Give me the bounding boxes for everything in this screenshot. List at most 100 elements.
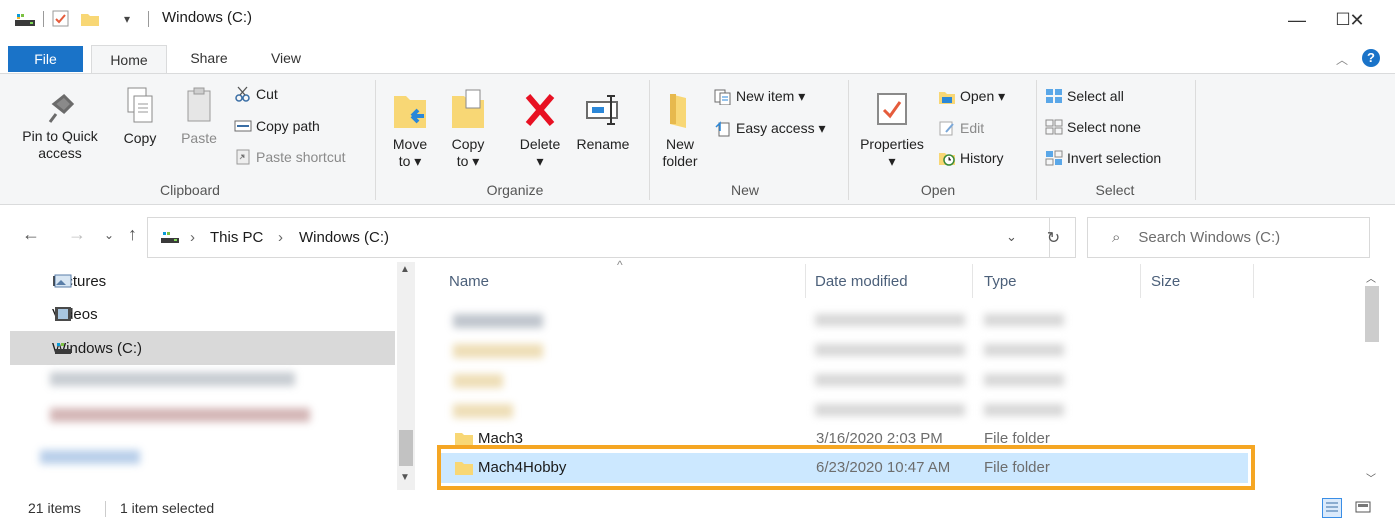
delete-x-icon [525,94,555,126]
history-button[interactable]: History [938,150,1004,166]
properties-checkmark-icon[interactable] [52,8,70,30]
blurred-row [453,344,543,358]
window-title: Windows (C:) [162,9,253,26]
delete-button[interactable]: Delete ▾ [512,88,568,170]
blurred-row [984,344,1064,356]
drive-icon [55,343,71,354]
copy-to-button[interactable]: Copy to ▾ [443,88,493,170]
blurred-row [815,344,965,356]
paste-shortcut-button[interactable]: Paste shortcut [234,149,346,165]
easy-access-button[interactable]: Easy access ▾ [714,120,826,137]
address-dropdown-icon[interactable]: ⌄ [1006,229,1017,245]
collapse-ribbon-icon[interactable]: ︿ [1336,51,1348,68]
pin-to-quick-access-button[interactable]: Pin to Quick access [14,92,106,162]
open-button[interactable]: Open ▾ [938,88,1005,105]
pin-icon [48,93,75,123]
select-none-icon [1045,119,1063,135]
paste-button[interactable]: Paste [174,86,224,147]
scroll-up-icon[interactable]: ▲ [400,264,410,275]
search-placeholder: Search Windows (C:) [1138,229,1281,246]
drive-icon [14,8,36,30]
nav-scrollbar[interactable]: ▲ ▼ [397,262,415,490]
blurred-row [815,374,965,386]
properties-button[interactable]: Properties ▾ [853,88,931,170]
new-folder-icon [670,94,686,128]
blurred-row [984,404,1064,416]
column-header-type[interactable]: Type [984,262,1017,300]
blurred-row [453,404,513,418]
refresh-button[interactable]: ↻ [1032,217,1076,258]
forward-arrow-icon[interactable]: → [68,224,86,245]
scroll-down-icon[interactable]: ﹀ [1366,470,1376,485]
breadcrumb-separator[interactable]: › [278,229,283,246]
properties-icon [877,93,907,125]
blurred-nav-item [40,450,140,464]
easy-access-icon [715,120,730,136]
details-view-icon[interactable] [1322,498,1342,518]
up-arrow-icon[interactable]: ↑ [128,224,137,245]
copy-path-button[interactable]: Copy path [234,118,320,134]
videos-icon [55,307,71,321]
tab-view[interactable]: View [255,44,317,74]
help-icon[interactable]: ? [1362,49,1380,67]
navigation-pane: Pictures Videos Windows (C:) ▲ ▼ [0,262,415,490]
move-to-button[interactable]: Move to ▾ [385,88,435,170]
column-header-size[interactable]: Size [1151,262,1180,300]
customize-toolbar-icon[interactable]: ▾ [124,8,130,30]
nav-item-windows-c[interactable]: Windows (C:) [10,331,395,365]
search-input[interactable]: ⌕ Search Windows (C:) [1087,217,1370,258]
nav-item-pictures[interactable]: Pictures [10,264,395,298]
recent-locations-icon[interactable]: ⌄ [104,228,114,242]
organize-group-label: Organize [486,182,544,198]
blurred-row [815,314,965,326]
drive-icon [160,229,180,248]
select-none-button[interactable]: Select none [1045,119,1141,135]
item-count: 21 items [28,500,81,516]
copy-button[interactable]: Copy [118,86,162,147]
breadcrumb-this-pc[interactable]: This PC [210,229,263,246]
clipboard-group-label: Clipboard [160,182,220,198]
nav-item-videos[interactable]: Videos [10,297,395,331]
new-item-icon [714,89,731,105]
blurred-nav-item [50,408,310,422]
copy-path-icon [234,120,252,132]
large-icons-view-icon[interactable] [1354,498,1374,518]
invert-selection-button[interactable]: Invert selection [1045,150,1161,166]
search-icon: ⌕ [1112,229,1121,246]
blurred-row [984,314,1064,326]
select-all-button[interactable]: Select all [1045,88,1124,104]
rename-button[interactable]: Rename [572,88,634,153]
address-bar[interactable]: › This PC › Windows (C:) ⌄ [147,217,1050,258]
scroll-down-icon[interactable]: ▼ [400,472,410,483]
nav-scrollbar-thumb[interactable] [399,430,413,466]
select-group-label: Select [1095,182,1135,198]
tab-home[interactable]: Home [91,45,167,75]
breadcrumb-separator[interactable]: › [190,229,195,246]
new-folder-quick-icon[interactable] [80,8,100,30]
copy-to-icon [452,89,484,128]
minimize-button[interactable]: — [1274,0,1320,40]
close-button[interactable]: ✕ [1334,0,1380,40]
column-header-name[interactable]: Name [449,262,489,300]
breadcrumb-windows-c[interactable]: Windows (C:) [299,229,389,246]
invert-selection-icon [1045,150,1063,166]
tab-share[interactable]: Share [178,44,240,74]
back-arrow-icon[interactable]: ← [22,224,40,245]
blurred-row [453,314,543,328]
blurred-row [453,374,503,388]
cut-button[interactable]: Cut [234,86,278,102]
column-header-date-modified[interactable]: Date modified [815,262,908,300]
scroll-up-icon[interactable]: ︿ [1366,270,1376,285]
select-all-icon [1046,89,1062,103]
open-folder-icon [939,91,955,104]
tab-file[interactable]: File [8,46,83,72]
new-folder-button[interactable]: New folder [654,88,706,170]
new-item-button[interactable]: New item ▾ [714,88,805,105]
address-row: ← → ⌄ ↑ › This PC › Windows (C:) ⌄ ↻ ⌕ S… [0,206,1395,260]
paste-shortcut-icon [236,149,250,165]
content-scrollbar-thumb[interactable] [1365,286,1379,342]
rename-icon [586,95,618,125]
content-scrollbar[interactable]: ︿ ﹀ [1363,262,1381,490]
edit-button[interactable]: Edit [938,120,984,136]
selection-highlight-box [437,445,1255,490]
